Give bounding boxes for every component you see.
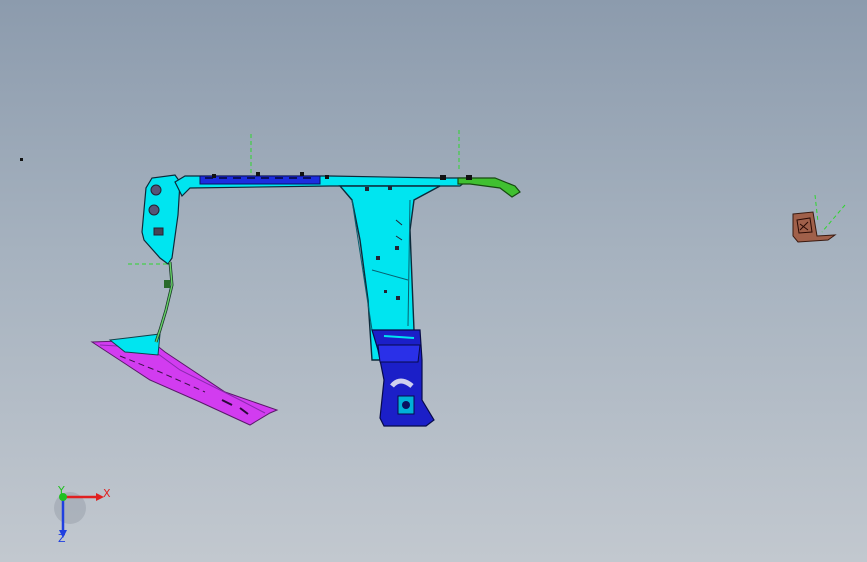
rear-rail-end[interactable] — [457, 175, 521, 198]
stray-point — [20, 158, 23, 161]
coordinate-triad: X Y Z — [54, 484, 111, 545]
reference-lines — [128, 130, 846, 265]
a-pillar-trim[interactable] — [141, 174, 181, 343]
door-sill-trim[interactable] — [90, 333, 279, 426]
z-axis-label: Z — [58, 532, 66, 545]
y-axis-label: Y — [57, 484, 65, 497]
b-pillar-lower[interactable] — [371, 329, 435, 427]
model-canvas[interactable]: X Y Z — [0, 0, 867, 562]
3d-graphics-viewport[interactable]: X Y Z — [0, 0, 867, 562]
small-bracket[interactable] — [792, 211, 837, 243]
x-axis-label: X — [103, 487, 111, 500]
